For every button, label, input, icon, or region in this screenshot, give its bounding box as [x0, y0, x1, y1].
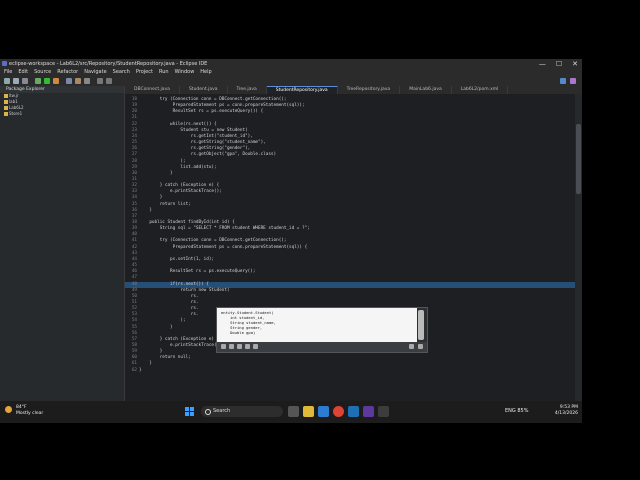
search-icon	[205, 409, 211, 415]
start-button[interactable]	[185, 407, 194, 416]
tab-pom[interactable]: Lab6L2/pom.xml	[452, 86, 509, 94]
eclipse-icon	[2, 61, 7, 66]
weather-icon	[5, 406, 12, 413]
clock[interactable]: 9:53 PM 4/13/2026	[555, 405, 578, 417]
menu-file[interactable]: File	[4, 69, 12, 76]
project-icon	[4, 94, 8, 98]
popup-toolbar	[217, 342, 427, 352]
close-button[interactable]: ✕	[572, 59, 578, 69]
package-explorer-tab[interactable]: Package Explorer	[0, 86, 124, 93]
weather-condition: Mostly clear	[16, 411, 44, 416]
system-tray[interactable]: ENG 85%	[505, 408, 529, 414]
tab-studentrepository[interactable]: StudentRepository.java	[266, 86, 338, 94]
open-attached-javadoc-icon[interactable]	[253, 344, 258, 349]
vscode-icon[interactable]	[348, 406, 359, 417]
menu-navigate[interactable]: Navigate	[84, 69, 106, 76]
tab-student[interactable]: Student.java	[180, 86, 228, 94]
menu-search[interactable]: Search	[113, 69, 130, 76]
back-icon[interactable]	[97, 78, 103, 84]
menu-help[interactable]: Help	[200, 69, 211, 76]
chrome-icon[interactable]	[333, 406, 344, 417]
run-icon[interactable]	[44, 78, 50, 84]
search-label: Search	[213, 408, 231, 414]
parameter-hint-body: entity.Student.Student( int student_id, …	[217, 308, 417, 342]
print-icon[interactable]	[22, 78, 28, 84]
tree-item[interactable]: Store1	[0, 111, 124, 117]
eclipse-window: eclipse-workspace - Lab6L2/src/Repositor…	[0, 59, 582, 423]
open-declaration-icon[interactable]	[237, 344, 242, 349]
language-indicator[interactable]: ENG	[505, 408, 516, 414]
tab-mainlab6[interactable]: MainLab6.java	[400, 86, 452, 94]
taskbar-search[interactable]: Search	[201, 406, 283, 417]
open-type-icon[interactable]	[75, 78, 81, 84]
external-tools-icon[interactable]	[53, 78, 59, 84]
project-icon	[4, 112, 8, 116]
title-bar: eclipse-workspace - Lab6L2/src/Repositor…	[0, 59, 582, 69]
eclipse-taskbar-icon[interactable]	[363, 406, 374, 417]
menu-window[interactable]: Window	[175, 69, 195, 76]
terminal-icon[interactable]	[378, 406, 389, 417]
menu-refactor[interactable]: Refactor	[57, 69, 78, 76]
package-explorer: Package Explorer ltw.jr lab1 Lab6L2 Stor…	[0, 86, 125, 412]
forward-icon[interactable]	[106, 78, 112, 84]
editor-scrollbar[interactable]	[575, 94, 582, 412]
windows-taskbar: 84°F Mostly clear Search ENG 85% 9:53 PM …	[0, 401, 582, 423]
debug-icon[interactable]	[35, 78, 41, 84]
code-text: }	[139, 367, 142, 373]
tab-tree[interactable]: Tree.java	[228, 86, 267, 94]
minimize-button[interactable]: —	[539, 59, 546, 69]
link-icon[interactable]	[409, 344, 414, 349]
forward-icon[interactable]	[229, 344, 234, 349]
project-icon	[4, 100, 8, 104]
line-number: 62	[131, 367, 137, 373]
menu-icon[interactable]	[418, 344, 423, 349]
package-explorer-title: Package Explorer	[6, 87, 45, 92]
parameter-hint-popup: entity.Student.Student( int student_id, …	[216, 307, 428, 353]
editor-tabs: DBConnect.java Student.java Tree.java St…	[125, 86, 582, 94]
perspective-icon[interactable]	[560, 78, 566, 84]
java-perspective-icon[interactable]	[570, 78, 576, 84]
task-view-icon[interactable]	[288, 406, 299, 417]
battery-level[interactable]: 85%	[517, 408, 528, 414]
menu-source[interactable]: Source	[34, 69, 51, 76]
javadoc-icon[interactable]	[245, 344, 250, 349]
search-icon[interactable]	[84, 78, 90, 84]
file-explorer-icon[interactable]	[303, 406, 314, 417]
tab-dbconnect[interactable]: DBConnect.java	[125, 86, 180, 94]
save-icon[interactable]	[13, 78, 19, 84]
scrollbar-thumb[interactable]	[576, 124, 581, 194]
clock-date: 4/13/2026	[554, 411, 578, 416]
new-icon[interactable]	[4, 78, 10, 84]
menu-edit[interactable]: Edit	[18, 69, 28, 76]
hint-line: Double gpa)	[221, 330, 256, 335]
code-line[interactable]: 62}	[125, 368, 575, 374]
menu-bar: File Edit Source Refactor Navigate Searc…	[0, 69, 582, 76]
window-title: eclipse-workspace - Lab6L2/src/Repositor…	[9, 61, 208, 67]
menu-run[interactable]: Run	[159, 69, 169, 76]
menu-project[interactable]: Project	[136, 69, 153, 76]
new-class-icon[interactable]	[66, 78, 72, 84]
edge-icon[interactable]	[318, 406, 329, 417]
popup-scrollbar[interactable]	[418, 310, 424, 340]
code-editor[interactable]: 18 try (Connection conn = DBConnect.getC…	[125, 94, 575, 412]
maximize-button[interactable]: ☐	[556, 59, 562, 69]
back-icon[interactable]	[221, 344, 226, 349]
project-icon	[4, 106, 8, 110]
tab-treerepository[interactable]: TreeRepository.java	[338, 86, 401, 94]
